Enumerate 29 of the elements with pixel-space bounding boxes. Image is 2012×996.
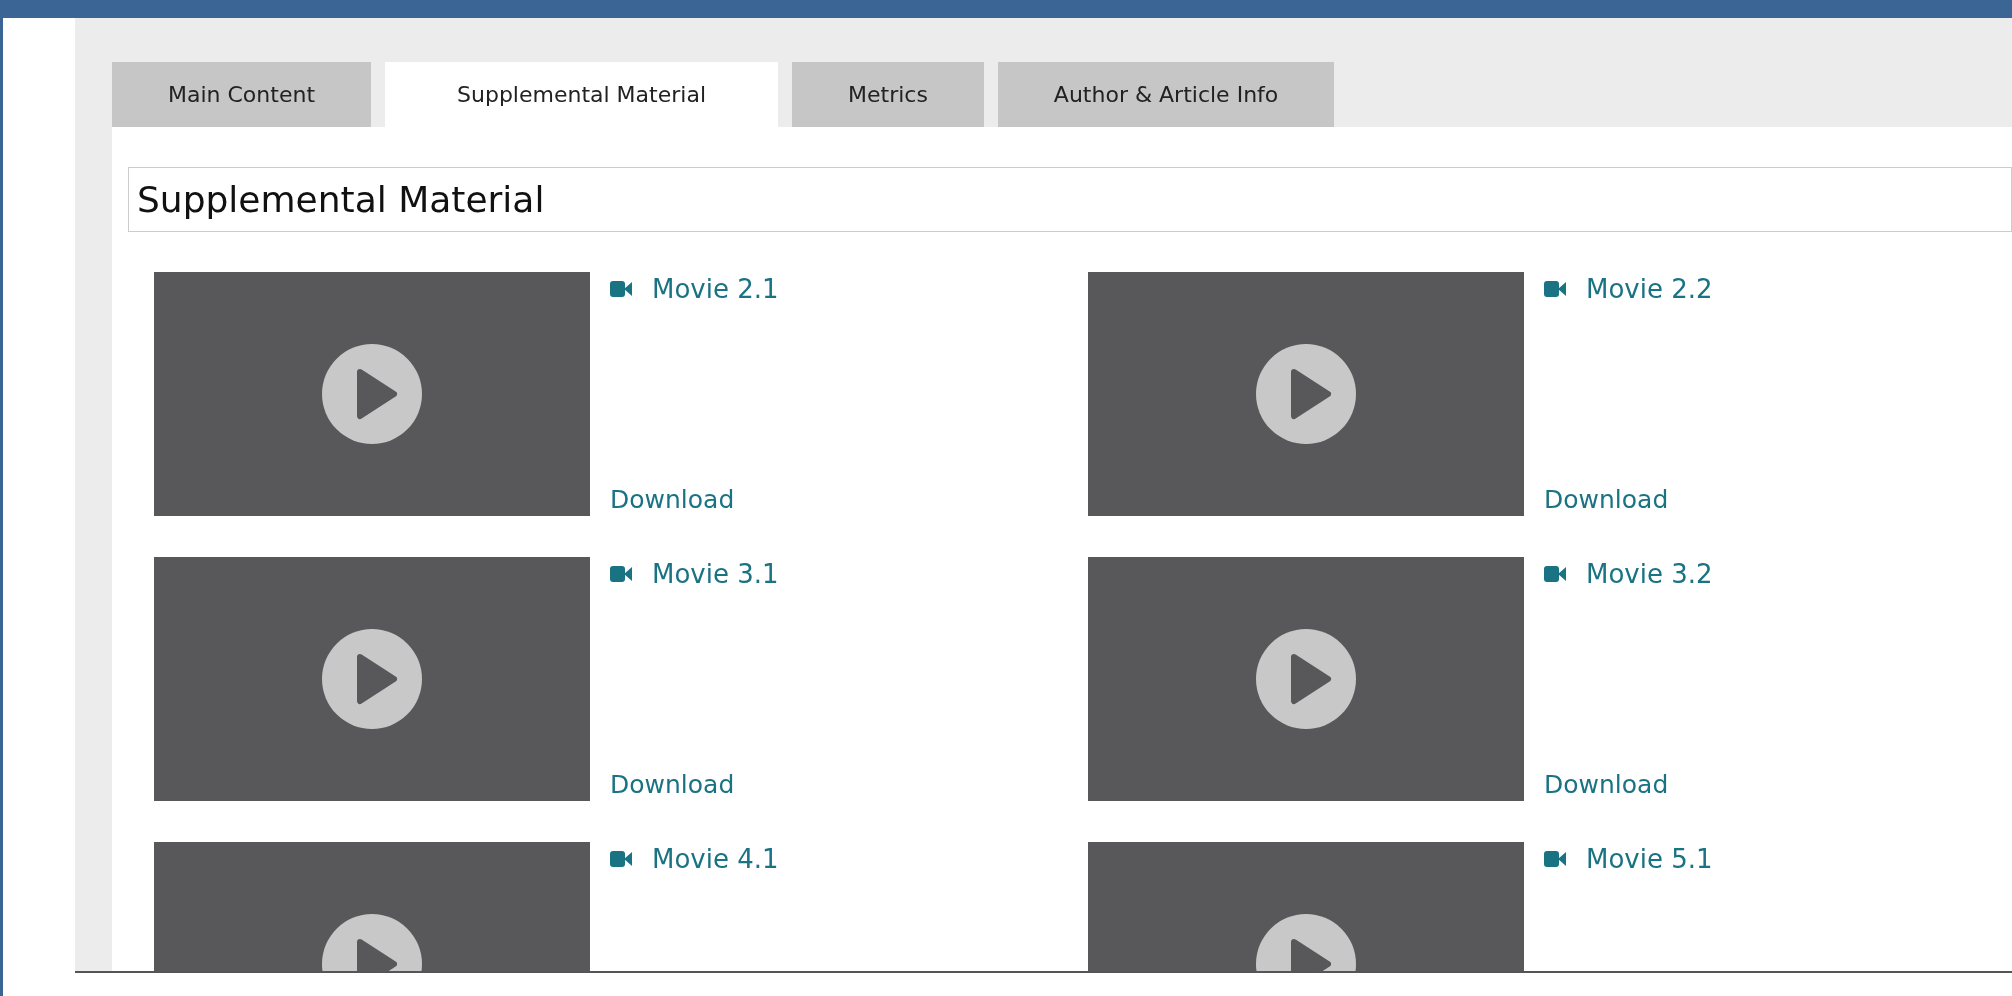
video-player[interactable] <box>1088 557 1524 801</box>
download-link[interactable]: Download <box>1544 772 1713 801</box>
movie-link[interactable]: Movie 3.2 <box>1586 561 1713 587</box>
download-link[interactable]: Download <box>1544 487 1713 516</box>
video-camera-icon <box>1544 566 1566 582</box>
play-icon[interactable] <box>1256 344 1356 444</box>
movie-link[interactable]: Movie 4.1 <box>652 846 779 872</box>
play-icon[interactable] <box>322 344 422 444</box>
video-player[interactable] <box>1088 272 1524 516</box>
video-camera-icon <box>1544 281 1566 297</box>
download-link[interactable]: Download <box>610 772 779 801</box>
video-player[interactable] <box>154 272 590 516</box>
download-link[interactable]: Download <box>610 487 779 516</box>
tab[interactable]: Author & Article Info <box>997 62 1335 127</box>
section-heading: Supplemental Material <box>128 167 2012 232</box>
movie-link[interactable]: Movie 2.1 <box>652 276 779 302</box>
tab[interactable]: Supplemental Material <box>385 62 778 127</box>
video-player[interactable] <box>154 557 590 801</box>
video-camera-icon <box>610 566 632 582</box>
movie-link[interactable]: Movie 5.1 <box>1586 846 1713 872</box>
movie-link[interactable]: Movie 3.1 <box>652 561 779 587</box>
play-icon[interactable] <box>1256 629 1356 729</box>
video-camera-icon <box>610 281 632 297</box>
tab[interactable]: Metrics <box>792 62 984 127</box>
video-camera-icon <box>1544 851 1566 867</box>
play-icon[interactable] <box>322 629 422 729</box>
tab[interactable]: Main Content <box>112 62 371 127</box>
movie-link[interactable]: Movie 2.2 <box>1586 276 1713 302</box>
video-camera-icon <box>610 851 632 867</box>
